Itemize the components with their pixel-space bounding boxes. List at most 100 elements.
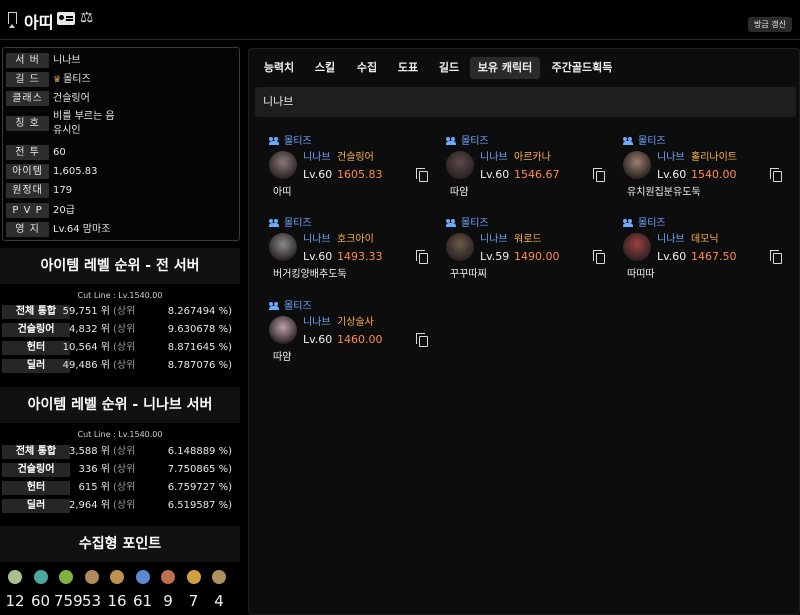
card-level: Lv.60 [657,250,687,263]
refresh-button[interactable]: 방금 갱신 [748,17,792,32]
guild-name[interactable]: 몰티즈 [63,74,91,85]
collect-count: 7 [188,592,199,610]
world-tree-leaf-icon[interactable] [59,570,73,584]
mokoko-seed-icon[interactable] [8,570,22,584]
copy-icon[interactable] [416,333,428,347]
card-guild: 몰티즈 [623,135,666,149]
card-class: 홀리나이트 [691,152,737,163]
card-level: Lv.59 [480,250,510,263]
guild-label: 몰티즈 [284,218,312,229]
copy-icon[interactable] [416,250,428,264]
rank-percent: 6.148889 %) [167,446,232,457]
character-info-panel: 서 버 니나브 길 드 ♛ 몰티즈 클래스 건슬링어 칭 호 비를 부르는 음 유시인 전 투 60 아… [2,47,240,241]
card-level: Lv.60 [303,333,333,346]
guild-label: 몰티즈 [461,136,489,147]
bookmark-icon[interactable] [8,12,17,28]
card-name: 따얌 [273,352,292,363]
masterpiece-icon[interactable] [84,570,99,584]
header-bar: 아띠 ⚖ 방금 갱신 [0,0,800,40]
rank-sub: (상위 [113,482,136,493]
card-server: 니나브 [657,234,685,245]
copy-icon[interactable] [770,168,782,182]
card-item-level: 1460.00 [337,333,383,346]
rank-row: 전체 통합 59,751 위 (상위 8.267494 %) [0,305,240,321]
tab-4[interactable]: 길드 [429,57,469,79]
rank-value: 3,588 위 [68,446,110,457]
card-guild: 몰티즈 [269,300,312,314]
copy-icon[interactable] [593,168,605,182]
rank-sub: (상위 [113,500,136,511]
tab-6[interactable]: 주간골드획득 [543,57,621,79]
character-card[interactable]: 몰티즈 니나브 데모닉 Lv.60 1467.50 따띠따 [623,217,793,293]
collect-count: 4 [214,592,224,610]
info-label: 영 지 [6,222,49,237]
people-icon [446,137,457,145]
card-guild: 몰티즈 [269,135,312,149]
rank-all-title: 아이템 레벨 순위 - 전 서버 [0,248,240,284]
card-guild: 몰티즈 [446,135,489,149]
server-filter[interactable]: 니나브 [255,87,796,117]
sea-bounty-icon[interactable] [135,570,150,584]
guild-label: 몰티즈 [284,136,312,147]
rank-value: 336 위 [78,464,110,475]
card-class: 호크아이 [337,234,374,245]
copy-icon[interactable] [593,250,605,264]
rank-row: 건슬링어 336 위 (상위 7.750865 %) [0,463,240,479]
eternal-flower-icon[interactable] [212,570,226,584]
card-server: 니나브 [303,152,331,163]
card-item-level: 1546.67 [514,168,560,181]
info-value: ♛ 몰티즈 [53,72,91,88]
tab-5[interactable]: 보유 캐릭터 [470,57,540,79]
tab-1[interactable]: 스킬 [305,57,345,79]
rank-label: 딜러 [2,499,70,513]
rank-all-cutline: Cut Line : Lv.1540.00 [77,291,163,300]
card-name: 꾸꾸따찌 [450,269,487,280]
crown-icon: ♛ [53,75,62,85]
info-label: P V P [6,203,49,218]
collect-count: 53 [81,592,102,610]
character-card[interactable]: 몰티즈 니나브 건슬링어 Lv.60 1605.83 아띠 [269,135,439,211]
copy-icon[interactable] [416,168,428,182]
collect-points: 12 60 759 53 16 61 9 7 4 [0,570,240,615]
people-icon [269,302,280,310]
card-level: Lv.60 [480,168,510,181]
card-level: Lv.60 [657,168,687,181]
orpheus-star-icon[interactable] [110,570,124,584]
card-guild: 몰티즈 [623,217,666,231]
copy-icon[interactable] [770,250,782,264]
info-value: 니나브 [53,55,81,66]
character-card[interactable]: 몰티즈 니나브 홀리나이트 Lv.60 1540.00 유치원집분유도둑 [623,135,793,211]
character-portrait [269,151,297,179]
rank-label: 건슬링어 [2,463,70,477]
ignea-token-icon[interactable] [186,570,201,584]
character-portrait [623,233,651,261]
card-name: 따얌 [450,187,469,198]
tab-0[interactable]: 능력치 [255,57,303,79]
rank-percent: 9.630678 %) [167,324,232,335]
character-card[interactable]: 몰티즈 니나브 아르카나 Lv.60 1546.67 따얌 [446,135,616,211]
card-level: Lv.60 [303,168,333,181]
rank-value: 2,964 위 [68,500,110,511]
collect-count: 16 [107,592,127,610]
tab-3[interactable]: 도표 [388,57,428,79]
tab-2[interactable]: 수집 [347,57,387,79]
character-portrait [623,151,651,179]
info-value: 179 [53,185,73,196]
rank-sub: (상위 [113,306,136,317]
giant-heart-icon[interactable] [161,570,175,584]
rank-row: 전체 통합 3,588 위 (상위 6.148889 %) [0,445,240,461]
rank-row: 건슬링어 4,832 위 (상위 9.630678 %) [0,323,240,339]
card-guild: 몰티즈 [446,217,489,231]
character-card[interactable]: 몰티즈 니나브 워로드 Lv.59 1490.00 꾸꾸따찌 [446,217,616,293]
character-card[interactable]: 몰티즈 니나브 기상술사 Lv.60 1460.00 따얌 [269,300,439,376]
island-heart-icon[interactable] [33,570,48,584]
title-line-1: 비를 부르는 음 [53,111,115,122]
rank-row: 딜러 2,964 위 (상위 6.519587 %) [0,499,240,515]
card-server: 니나브 [480,234,508,245]
scale-icon[interactable]: ⚖ [80,8,93,26]
rank-server-title: 아이템 레벨 순위 - 니나브 서버 [0,387,240,423]
id-card-icon[interactable] [57,12,75,25]
card-item-level: 1493.33 [337,250,383,263]
guild-label: 몰티즈 [461,218,489,229]
character-card[interactable]: 몰티즈 니나브 호크아이 Lv.60 1493.33 버거킹양배추도둑 [269,217,439,293]
